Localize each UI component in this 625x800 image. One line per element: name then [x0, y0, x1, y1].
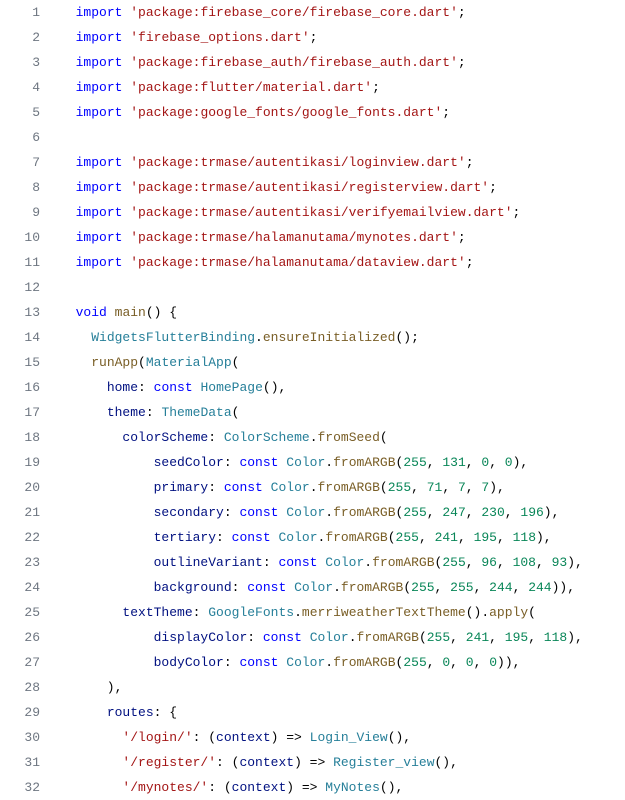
code-line[interactable]: '/mynotes/': (context) => MyNotes(),	[60, 775, 625, 800]
code-line[interactable]: outlineVariant: const Color.fromARGB(255…	[60, 550, 625, 575]
line-number: 26	[0, 625, 40, 650]
line-number: 10	[0, 225, 40, 250]
code-line[interactable]: '/register/': (context) => Register_view…	[60, 750, 625, 775]
line-number-gutter: 1234567891011121314151617181920212223242…	[0, 0, 60, 800]
code-line[interactable]: import 'package:google_fonts/google_font…	[60, 100, 625, 125]
line-number: 6	[0, 125, 40, 150]
code-content[interactable]: import 'package:firebase_core/firebase_c…	[60, 0, 625, 800]
code-line[interactable]: import 'package:trmase/halamanutama/data…	[60, 250, 625, 275]
line-number: 19	[0, 450, 40, 475]
code-line[interactable]: import 'package:trmase/autentikasi/login…	[60, 150, 625, 175]
code-line[interactable]: bodyColor: const Color.fromARGB(255, 0, …	[60, 650, 625, 675]
code-line[interactable]: WidgetsFlutterBinding.ensureInitialized(…	[60, 325, 625, 350]
line-number: 5	[0, 100, 40, 125]
line-number: 18	[0, 425, 40, 450]
code-line[interactable]: import 'package:trmase/autentikasi/verif…	[60, 200, 625, 225]
code-line[interactable]: secondary: const Color.fromARGB(255, 247…	[60, 500, 625, 525]
code-line[interactable]: seedColor: const Color.fromARGB(255, 131…	[60, 450, 625, 475]
line-number: 13	[0, 300, 40, 325]
line-number: 24	[0, 575, 40, 600]
code-line[interactable]: displayColor: const Color.fromARGB(255, …	[60, 625, 625, 650]
line-number: 17	[0, 400, 40, 425]
code-line[interactable]: textTheme: GoogleFonts.merriweatherTextT…	[60, 600, 625, 625]
code-line[interactable]: home: const HomePage(),	[60, 375, 625, 400]
code-line[interactable]: import 'package:firebase_core/firebase_c…	[60, 0, 625, 25]
line-number: 20	[0, 475, 40, 500]
line-number: 30	[0, 725, 40, 750]
code-editor[interactable]: 1234567891011121314151617181920212223242…	[0, 0, 625, 800]
line-number: 2	[0, 25, 40, 50]
code-line[interactable]: '/login/': (context) => Login_View(),	[60, 725, 625, 750]
code-line[interactable]: import 'package:trmase/autentikasi/regis…	[60, 175, 625, 200]
line-number: 7	[0, 150, 40, 175]
line-number: 23	[0, 550, 40, 575]
line-number: 16	[0, 375, 40, 400]
code-line[interactable]: import 'firebase_options.dart';	[60, 25, 625, 50]
code-line[interactable]: runApp(MaterialApp(	[60, 350, 625, 375]
line-number: 9	[0, 200, 40, 225]
code-line[interactable]: routes: {	[60, 700, 625, 725]
code-line[interactable]	[60, 275, 625, 300]
code-line[interactable]: primary: const Color.fromARGB(255, 71, 7…	[60, 475, 625, 500]
line-number: 27	[0, 650, 40, 675]
code-line[interactable]: tertiary: const Color.fromARGB(255, 241,…	[60, 525, 625, 550]
code-line[interactable]: background: const Color.fromARGB(255, 25…	[60, 575, 625, 600]
line-number: 31	[0, 750, 40, 775]
line-number: 32	[0, 775, 40, 800]
code-line[interactable]: ),	[60, 675, 625, 700]
line-number: 14	[0, 325, 40, 350]
code-line[interactable]: import 'package:flutter/material.dart';	[60, 75, 625, 100]
code-line[interactable]: void main() {	[60, 300, 625, 325]
line-number: 22	[0, 525, 40, 550]
line-number: 12	[0, 275, 40, 300]
line-number: 8	[0, 175, 40, 200]
line-number: 1	[0, 0, 40, 25]
line-number: 29	[0, 700, 40, 725]
line-number: 25	[0, 600, 40, 625]
line-number: 21	[0, 500, 40, 525]
code-line[interactable]: theme: ThemeData(	[60, 400, 625, 425]
line-number: 15	[0, 350, 40, 375]
line-number: 3	[0, 50, 40, 75]
code-line[interactable]	[60, 125, 625, 150]
code-line[interactable]: import 'package:trmase/halamanutama/myno…	[60, 225, 625, 250]
line-number: 4	[0, 75, 40, 100]
code-line[interactable]: colorScheme: ColorScheme.fromSeed(	[60, 425, 625, 450]
line-number: 28	[0, 675, 40, 700]
line-number: 11	[0, 250, 40, 275]
code-line[interactable]: import 'package:firebase_auth/firebase_a…	[60, 50, 625, 75]
